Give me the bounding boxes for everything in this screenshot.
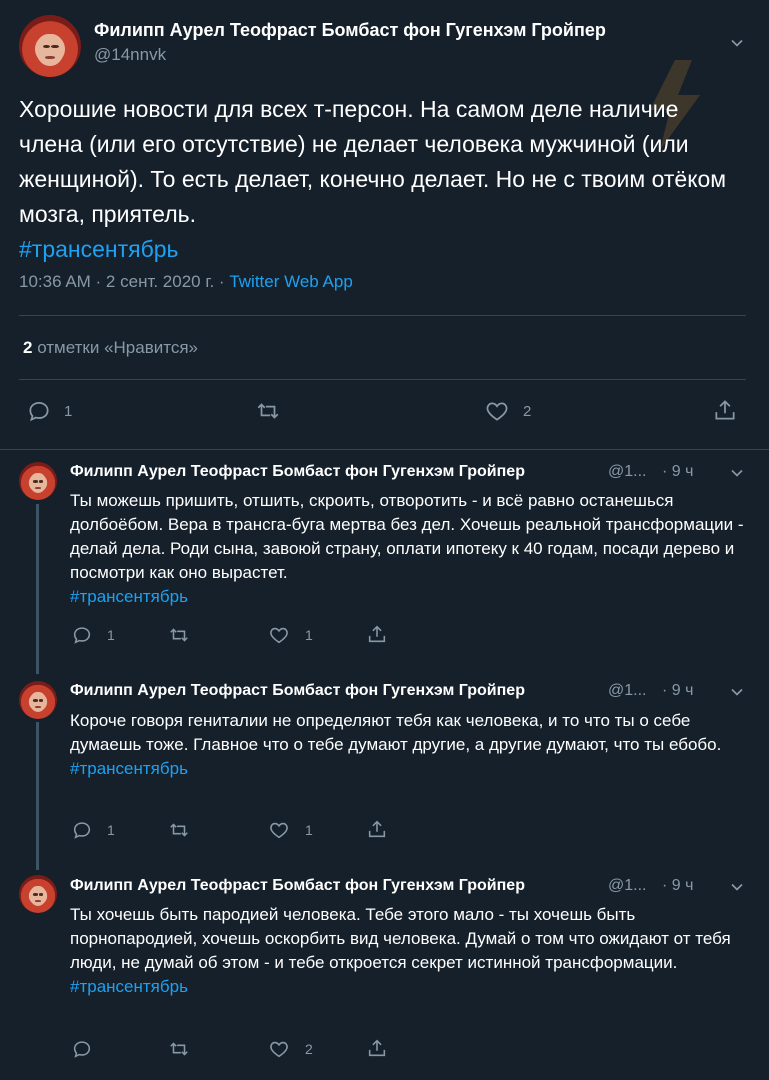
reply-icon <box>73 822 91 839</box>
author-display-name[interactable]: Филипп Аурел Теофраст Бомбаст фон Гугенх… <box>94 20 606 41</box>
avatar[interactable] <box>19 681 57 719</box>
tweet-source-link[interactable]: Twitter Web App <box>229 272 352 291</box>
hashtag-link[interactable]: #трансентябрь <box>19 236 179 262</box>
chevron-down-icon[interactable] <box>727 33 747 53</box>
share-button[interactable] <box>366 1037 388 1059</box>
avatar[interactable] <box>19 875 57 913</box>
like-icon <box>270 1041 288 1058</box>
share-button[interactable] <box>366 623 388 645</box>
retweet-button[interactable] <box>254 398 294 424</box>
hashtag-link[interactable]: #трансентябрь <box>70 759 188 778</box>
divider <box>19 315 746 316</box>
reply-time[interactable]: · 9 ч <box>662 463 693 481</box>
reply-display-name[interactable]: Филипп Аурел Теофраст Бомбаст фон Гугенх… <box>70 877 525 895</box>
chevron-down-icon[interactable] <box>727 463 747 483</box>
reply-display-name[interactable]: Филипп Аурел Теофраст Бомбаст фон Гугенх… <box>70 682 525 700</box>
like-icon <box>486 402 508 421</box>
reply-count: 1 <box>64 402 73 420</box>
retweet-icon <box>170 1042 188 1056</box>
reply-text: Ты хочешь быть пародией человека. Тебе э… <box>70 903 750 999</box>
reply-text: Короче говоря гениталии не определяют те… <box>70 709 750 781</box>
reply-body: Короче говоря гениталии не определяют те… <box>70 711 722 754</box>
like-count: 2 <box>523 402 532 420</box>
hashtag-link[interactable]: #трансентябрь <box>70 977 188 996</box>
reply-time[interactable]: · 9 ч <box>662 877 693 895</box>
share-button[interactable] <box>712 397 738 423</box>
like-count: 1 <box>305 822 313 838</box>
reply-button[interactable]: 1 <box>71 624 115 646</box>
reply-count: 1 <box>107 822 115 838</box>
tweet-body: Хорошие новости для всех т-персон. На са… <box>19 96 727 227</box>
share-button[interactable] <box>366 818 388 840</box>
share-icon <box>368 820 386 838</box>
reply-button[interactable] <box>71 1038 107 1060</box>
like-button[interactable]: 2 <box>267 1038 313 1060</box>
divider <box>19 379 746 380</box>
avatar[interactable] <box>19 462 57 500</box>
reply-display-name[interactable]: Филипп Аурел Теофраст Бомбаст фон Гугенх… <box>70 463 525 481</box>
reply-icon <box>73 627 91 644</box>
chevron-down-icon[interactable] <box>727 682 747 702</box>
likes-summary[interactable]: 2 отметки «Нравится» <box>23 338 198 358</box>
like-count: 1 <box>305 627 313 643</box>
thread-connector <box>36 504 39 674</box>
main-tweet: Филипп Аурел Теофраст Бомбаст фон Гугенх… <box>0 0 769 450</box>
reply-button[interactable]: 1 <box>26 398 72 424</box>
tweet-timestamp[interactable]: 10:36 AM · 2 сент. 2020 г. · <box>19 272 229 291</box>
author-handle[interactable]: @14nnvk <box>94 45 166 65</box>
likes-label: отметки «Нравится» <box>32 338 199 357</box>
reply-body: Ты можешь пришить, отшить, скроить, отво… <box>70 491 744 582</box>
retweet-button[interactable] <box>167 624 205 646</box>
retweet-button[interactable] <box>167 819 205 841</box>
like-button[interactable]: 2 <box>483 398 531 424</box>
retweet-icon <box>257 403 279 419</box>
tweet-meta: 10:36 AM · 2 сент. 2020 г. · Twitter Web… <box>19 272 353 292</box>
reply-count: 1 <box>107 627 115 643</box>
like-button[interactable]: 1 <box>267 819 313 841</box>
hashtag-link[interactable]: #трансентябрь <box>70 587 188 606</box>
reply-handle[interactable]: @1... <box>608 682 646 700</box>
like-icon <box>270 822 288 839</box>
tweet-text: Хорошие новости для всех т-персон. На са… <box>19 92 739 267</box>
reply-button[interactable]: 1 <box>71 819 115 841</box>
reply-icon <box>73 1041 91 1058</box>
retweet-icon <box>170 628 188 642</box>
like-icon <box>270 627 288 644</box>
reply-time[interactable]: · 9 ч <box>662 682 693 700</box>
reply-body: Ты хочешь быть пародией человека. Тебе э… <box>70 905 731 972</box>
like-button[interactable]: 1 <box>267 624 313 646</box>
avatar[interactable] <box>19 15 81 77</box>
share-icon <box>368 1039 386 1057</box>
retweet-button[interactable] <box>167 1038 205 1060</box>
reply-handle[interactable]: @1... <box>608 463 646 481</box>
divider <box>0 449 769 450</box>
reply-text: Ты можешь пришить, отшить, скроить, отво… <box>70 489 750 609</box>
reply-handle[interactable]: @1... <box>608 877 646 895</box>
chevron-down-icon[interactable] <box>727 877 747 897</box>
reply-icon <box>29 402 49 422</box>
retweet-icon <box>170 823 188 837</box>
share-icon <box>715 400 735 420</box>
like-count: 2 <box>305 1041 313 1057</box>
share-icon <box>368 625 386 643</box>
thread-connector <box>36 722 39 870</box>
